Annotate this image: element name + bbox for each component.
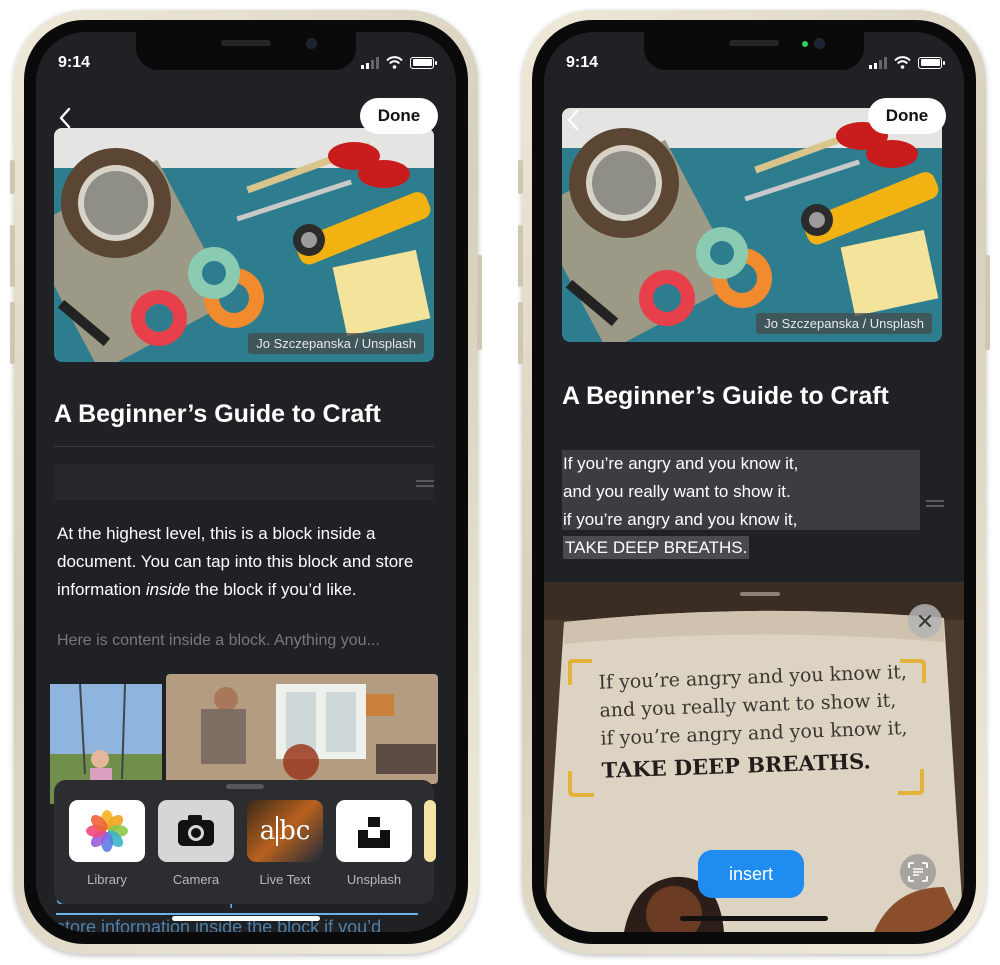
document-title[interactable]: A Beginner’s Guide to Craft <box>54 400 381 429</box>
book-line-3: if you’re angry and you know it, <box>600 717 908 750</box>
camera-viewfinder[interactable]: If you’re angry and you know it, and you… <box>544 582 964 932</box>
drag-handle-icon[interactable] <box>416 480 434 490</box>
volume-down-button <box>10 302 15 364</box>
power-button <box>477 255 482 350</box>
unsplash-label: Unsplash <box>346 872 402 887</box>
power-button <box>985 255 990 350</box>
book-text: If you’re angry and you know it, and you… <box>598 660 932 783</box>
volume-up-button <box>518 225 523 287</box>
status-time: 9:14 <box>58 54 91 71</box>
back-chevron-icon[interactable] <box>58 104 72 136</box>
unsplash-tile[interactable] <box>336 800 412 862</box>
photos-flower-icon <box>86 810 128 852</box>
block-paragraph[interactable]: At the highest level, this is a block in… <box>57 520 429 604</box>
battery-icon <box>410 56 437 69</box>
camera-in-use-indicator <box>802 41 808 47</box>
speaker <box>729 40 779 46</box>
library-tile[interactable] <box>69 800 145 862</box>
media-picker-sheet: Library Camera a bc Live Text Unsplash <box>54 780 436 904</box>
back-chevron-icon[interactable] <box>566 106 580 138</box>
signal-icon <box>361 56 379 69</box>
camera-tile[interactable] <box>158 800 234 862</box>
live-text-label: Live Text <box>259 872 311 887</box>
selected-text-block[interactable]: If you’re angry and you know it, and you… <box>563 450 921 562</box>
header-photo: Jo Szczepanska / Unsplash <box>54 128 434 362</box>
notch <box>644 32 864 70</box>
empty-block[interactable] <box>54 464 434 500</box>
speaker <box>221 40 271 46</box>
library-label: Library <box>87 872 127 887</box>
selected-line-4: TAKE DEEP BREATHS. <box>563 536 750 559</box>
title-divider <box>54 446 434 447</box>
gallery-image-room[interactable] <box>166 674 438 784</box>
close-camera-button[interactable] <box>908 604 942 638</box>
silent-switch <box>518 160 523 194</box>
close-icon <box>918 614 932 628</box>
camera-icon <box>178 815 214 846</box>
unsplash-logo-icon <box>358 817 390 848</box>
selected-line-2: and you really want to show it. <box>563 482 791 501</box>
notch <box>136 32 356 70</box>
camera-label: Camera <box>172 872 220 887</box>
document-title[interactable]: A Beginner’s Guide to Craft <box>562 382 889 411</box>
text-scan-icon <box>908 862 928 882</box>
status-icons <box>361 56 437 69</box>
wifi-icon <box>894 56 911 69</box>
phone-left: 9:14 Done Jo Szczepanska / Unsplash A Be… <box>10 10 482 954</box>
selected-line-3: if you’re angry and you know it, <box>563 510 798 529</box>
live-text-tile[interactable]: a bc <box>247 800 323 862</box>
screen: 9:14 Done Jo Szczepanska / Unsplash A Be… <box>36 32 456 932</box>
faded-block-preview[interactable]: Here is content inside a block. Anything… <box>57 632 380 650</box>
header-photo: Jo Szczepanska / Unsplash <box>562 108 942 342</box>
home-indicator[interactable] <box>680 916 828 921</box>
selected-line-1: If you’re angry and you know it, <box>563 454 799 473</box>
live-text-icon: a bc <box>259 816 311 846</box>
home-indicator[interactable] <box>172 916 320 921</box>
phone-right: 9:14 Jo Szczepanska / Unsplash Done A Be… <box>518 10 990 954</box>
live-text-scan-button[interactable] <box>900 854 936 890</box>
done-button[interactable]: Done <box>360 98 438 134</box>
front-camera <box>306 38 317 49</box>
status-time: 9:14 <box>566 54 599 71</box>
battery-icon <box>918 56 945 69</box>
front-camera <box>814 38 825 49</box>
sheet-grabber[interactable] <box>226 784 264 789</box>
text-underline <box>56 913 418 915</box>
wifi-icon <box>386 56 403 69</box>
silent-switch <box>10 160 15 194</box>
signal-icon <box>869 56 887 69</box>
insert-button[interactable]: insert <box>698 850 804 898</box>
status-icons <box>869 56 945 69</box>
viewfinder-grabber[interactable] <box>740 592 780 596</box>
more-tile-partial[interactable] <box>424 800 436 862</box>
photo-credit[interactable]: Jo Szczepanska / Unsplash <box>248 333 424 354</box>
done-button[interactable]: Done <box>868 98 946 134</box>
drag-handle-icon[interactable] <box>926 500 944 510</box>
volume-up-button <box>10 225 15 287</box>
photo-credit[interactable]: Jo Szczepanska / Unsplash <box>756 313 932 334</box>
screen: 9:14 Jo Szczepanska / Unsplash Done A Be… <box>544 32 964 932</box>
book-line-2: and you really want to show it, <box>599 689 897 722</box>
volume-down-button <box>518 302 523 364</box>
